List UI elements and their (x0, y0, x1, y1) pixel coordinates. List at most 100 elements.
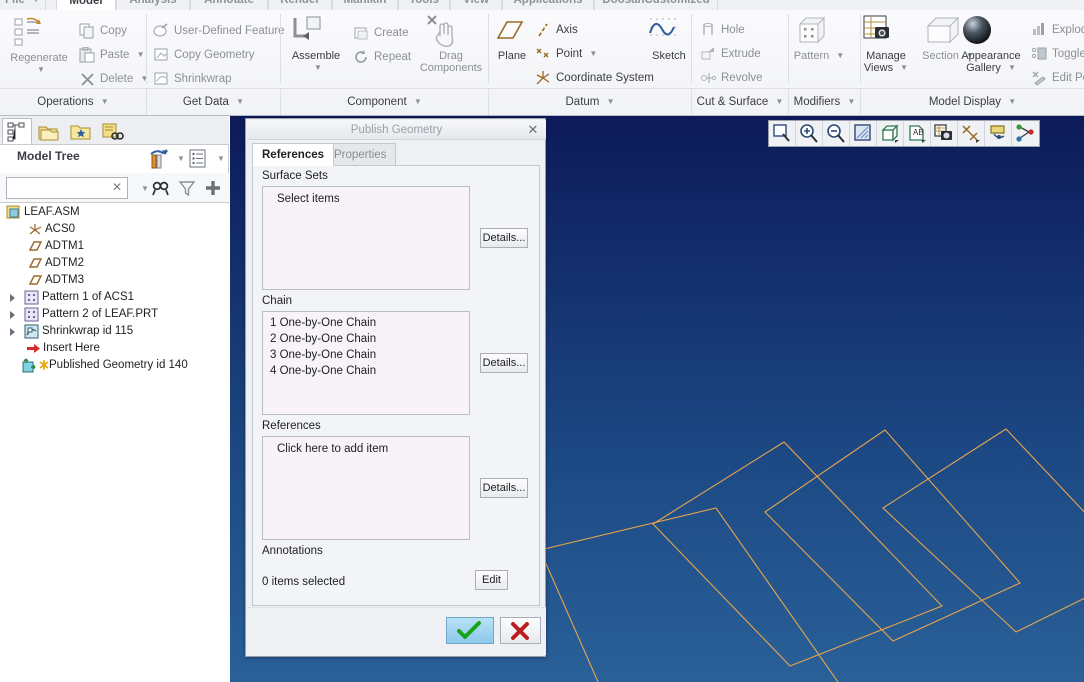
shrinkwrap-button[interactable]: Shrinkwrap (152, 68, 232, 90)
toggle-status-button[interactable]: Toggle S (1030, 43, 1084, 65)
point-display-icon[interactable] (1012, 121, 1039, 146)
model-tree[interactable]: LEAF.ASM ACS0 ADTM1 ADTM2 ADTM3 Pattern … (0, 204, 229, 682)
tree-item-acs0[interactable]: ACS0 (0, 221, 229, 238)
tree-item-adtm2[interactable]: ADTM2 (0, 255, 229, 272)
chain-list[interactable]: 1 One-by-One Chain 2 One-by-One Chain 3 … (262, 311, 470, 415)
revolve-button[interactable]: Revolve (699, 67, 763, 89)
pattern-button[interactable]: Pattern ▼ (788, 14, 850, 62)
tree-item-adtm1[interactable]: ADTM1 (0, 238, 229, 255)
graphics-toolbar[interactable]: AB (768, 120, 1040, 147)
expander-icon[interactable] (10, 328, 15, 336)
tab-references[interactable]: References (252, 143, 335, 166)
references-placeholder[interactable]: Click here to add item (263, 437, 469, 457)
group-label-datum[interactable]: Datum ▼ (489, 89, 692, 115)
annotations-edit-button[interactable]: Edit (475, 570, 508, 590)
point-button[interactable]: Point ▼ (534, 43, 597, 65)
tree-item-pattern-2-of-leaf-prt[interactable]: Pattern 2 of LEAF.PRT (0, 306, 229, 323)
nav-tab-folder-browser[interactable] (34, 118, 64, 144)
zoom-in-icon[interactable] (796, 121, 823, 146)
ok-button[interactable] (446, 617, 494, 644)
ribbon-tab-manikin[interactable]: Manikin (332, 0, 398, 10)
ribbon-tab-model[interactable]: Model (56, 0, 116, 10)
tab-properties[interactable]: Properties (324, 143, 397, 166)
close-icon[interactable]: ✕ (525, 122, 541, 138)
chain-list-item[interactable]: 3 One-by-One Chain (263, 347, 469, 363)
nav-tab-search[interactable] (98, 118, 128, 144)
group-label-cut-surface[interactable]: Cut & Surface ▼ (692, 89, 789, 115)
repaint-icon[interactable] (850, 121, 877, 146)
group-label-operations[interactable]: Operations ▼ (0, 89, 147, 115)
user-defined-feature-button[interactable]: User-Defined Feature (152, 20, 285, 42)
nav-tab-model-tree[interactable] (2, 118, 32, 144)
add-icon[interactable] (204, 179, 222, 197)
chain-list-item[interactable]: 2 One-by-One Chain (263, 331, 469, 347)
copy-button[interactable]: Copy (78, 20, 127, 42)
nav-tab-favorites[interactable] (66, 118, 96, 144)
expander-icon[interactable] (10, 294, 15, 302)
appearance-gallery-button[interactable]: Appearance Gallery ▼ (955, 14, 1027, 74)
ribbon-tab-doosan-customized[interactable]: DoosanCustomized (594, 0, 718, 10)
edit-position-button[interactable]: Edit Pos (1030, 67, 1084, 89)
ribbon-tab-tools[interactable]: Tools (398, 0, 450, 10)
ribbon-tab-applications[interactable]: Applications (502, 0, 594, 10)
display-style-icon[interactable] (877, 121, 904, 146)
ribbon-tab-render[interactable]: Render (268, 0, 332, 10)
regenerate-button[interactable]: Regenerate ▼ (6, 16, 72, 76)
find-icon[interactable] (152, 179, 170, 197)
saved-view-icon[interactable] (931, 121, 958, 146)
tree-item-leaf-asm[interactable]: LEAF.ASM (0, 204, 229, 221)
chevron-down-icon[interactable]: ▼ (217, 154, 225, 163)
paste-button[interactable]: Paste ▼ (78, 44, 145, 66)
refit-icon[interactable] (769, 121, 796, 146)
clear-icon[interactable]: ✕ (112, 180, 122, 194)
coordinate-system-button[interactable]: Coordinate System (534, 67, 654, 89)
chain-details-button[interactable]: Details... (480, 353, 528, 373)
dialog-title-bar[interactable]: Publish Geometry ✕ (247, 120, 546, 140)
references-collector[interactable]: Click here to add item (262, 436, 470, 540)
create-button[interactable]: Create (352, 22, 409, 44)
datum-display-icon[interactable] (958, 121, 985, 146)
cancel-button[interactable] (500, 617, 541, 644)
repeat-button[interactable]: Repeat (352, 46, 411, 68)
tree-item-shrinkwrap-id-115[interactable]: Shrinkwrap id 115 (0, 323, 229, 340)
tree-item-adtm3[interactable]: ADTM3 (0, 272, 229, 289)
ribbon-tab-annotate[interactable]: Annotate (190, 0, 268, 10)
group-label-get-data[interactable]: Get Data ▼ (147, 89, 281, 115)
surface-sets-details-button[interactable]: Details... (480, 228, 528, 248)
chevron-down-icon[interactable]: ▼ (141, 184, 149, 193)
tree-columns-icon[interactable] (188, 149, 208, 169)
explode-button[interactable]: Explode (1030, 19, 1084, 41)
search-input[interactable] (10, 180, 106, 197)
chevron-down-icon[interactable]: ▼ (177, 154, 185, 163)
hole-button[interactable]: Hole (699, 19, 745, 41)
publish-geometry-dialog[interactable]: Publish Geometry ✕ References Properties… (245, 118, 546, 657)
sketch-button[interactable]: Sketch (640, 14, 698, 62)
plane-button[interactable]: Plane (486, 14, 538, 62)
settings-tools-icon[interactable] (148, 148, 170, 170)
group-label-component[interactable]: Component ▼ (281, 89, 489, 115)
tree-item-published-geometry-id-140[interactable]: Published Geometry id 140 (0, 357, 229, 374)
filter-icon[interactable] (178, 179, 196, 197)
group-label-modifiers[interactable]: Modifiers ▼ (789, 89, 861, 115)
references-details-button[interactable]: Details... (480, 478, 528, 498)
tree-item-pattern-1-of-acs1[interactable]: Pattern 1 of ACS1 (0, 289, 229, 306)
zoom-out-icon[interactable] (823, 121, 850, 146)
chain-list-item[interactable]: 1 One-by-One Chain (263, 312, 469, 331)
manage-views-button[interactable]: Manage Views ▼ (855, 14, 917, 74)
copy-geometry-button[interactable]: Copy Geometry (152, 44, 255, 66)
surface-sets-collector[interactable]: Select items (262, 186, 470, 290)
expander-icon[interactable] (10, 311, 15, 319)
drag-components-button[interactable]: Drag Components (418, 14, 484, 74)
tree-item-insert-here[interactable]: Insert Here (0, 340, 229, 357)
ribbon-tab-view[interactable]: View (450, 0, 502, 10)
ribbon-tab-analysis[interactable]: Analysis (116, 0, 190, 10)
plane-display-icon[interactable] (985, 121, 1012, 146)
extrude-button[interactable]: Extrude (699, 43, 761, 65)
chain-list-item[interactable]: 4 One-by-One Chain (263, 363, 469, 379)
delete-button[interactable]: Delete ▼ (78, 68, 148, 90)
ribbon-tab-file[interactable]: File ▼ (0, 0, 46, 10)
annotation-display-icon[interactable]: AB (904, 121, 931, 146)
group-label-model-display[interactable]: Model Display ▼ (861, 89, 1084, 115)
assemble-button[interactable]: Assemble ▼ (285, 14, 347, 74)
axis-button[interactable]: Axis (534, 19, 578, 41)
